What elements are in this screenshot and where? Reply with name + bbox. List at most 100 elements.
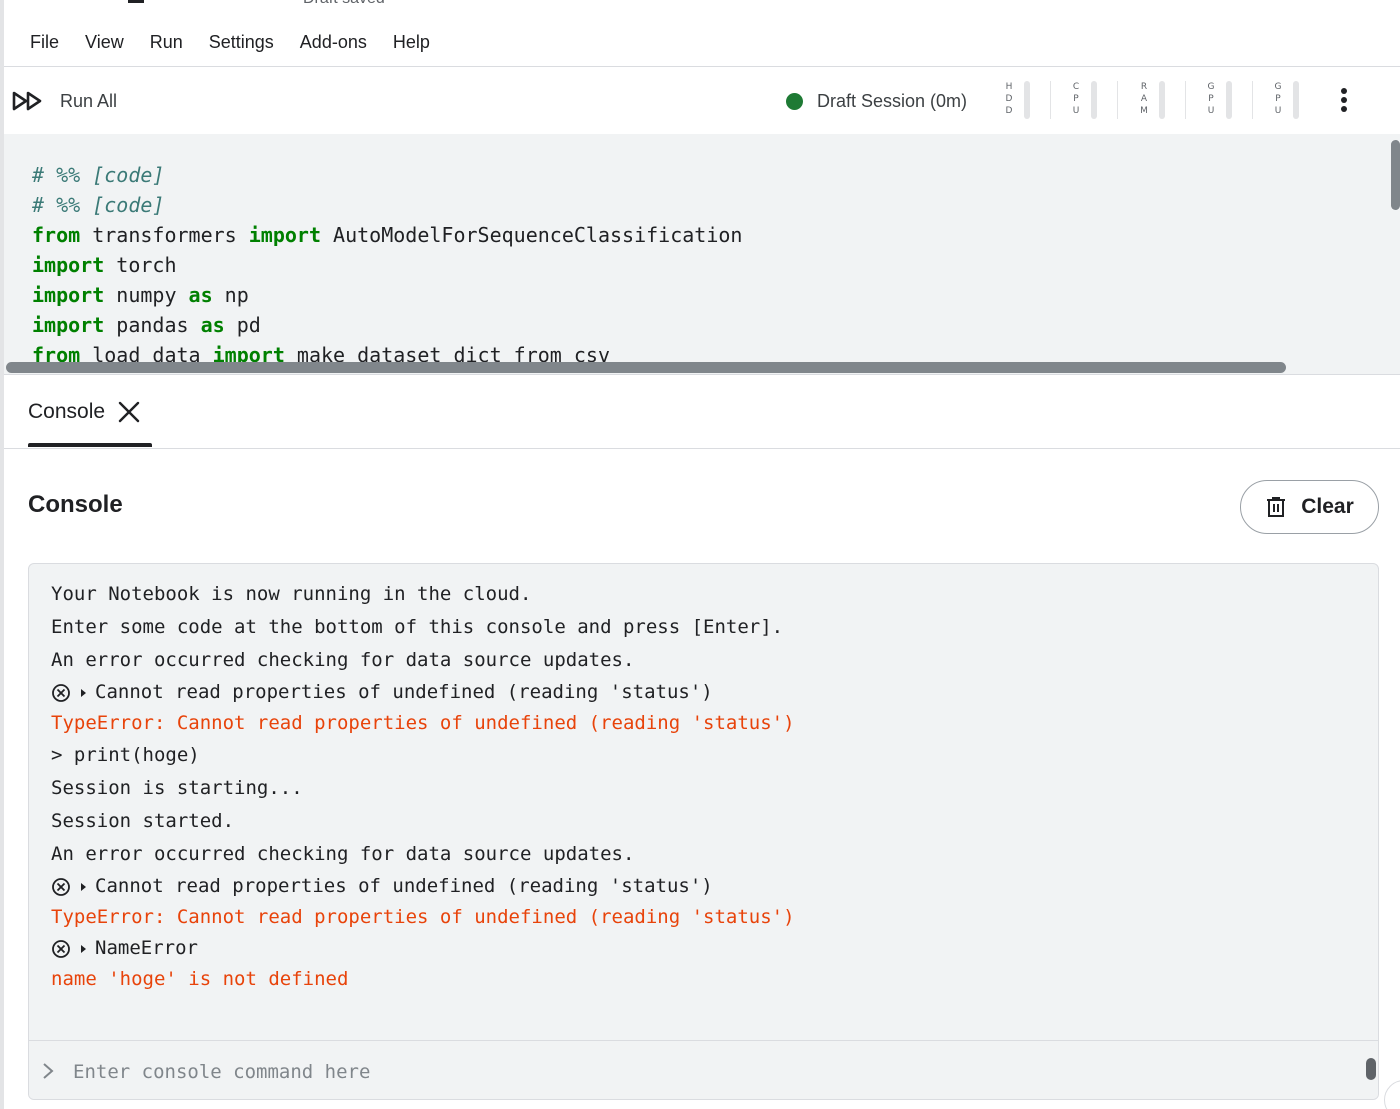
console-line-text: name 'hoge' is not defined — [51, 968, 349, 990]
session-label: Draft Session (0m) — [817, 90, 968, 111]
code-text: AutoModelForSequenceClassification — [321, 223, 743, 247]
console-input-scrollbar[interactable] — [1366, 1058, 1376, 1080]
session-status[interactable]: Draft Session (0m) — [786, 87, 967, 115]
error-circle-icon — [52, 939, 70, 958]
code-text: numpy — [104, 283, 189, 307]
floating-action-button[interactable] — [1384, 1080, 1400, 1109]
console-line-text: Cannot read properties of undefined (rea… — [95, 875, 713, 897]
code-text: np — [212, 283, 249, 307]
tab-console-label: Console — [28, 400, 106, 423]
code-keyword: import — [32, 313, 105, 337]
meter-ram-label: RAM — [1140, 82, 1148, 116]
run-all-icon — [12, 91, 42, 111]
code-line: import pandas as pd — [32, 310, 742, 340]
console-collapsible-error[interactable]: NameError — [51, 933, 1351, 964]
console-heading: Console — [28, 491, 123, 518]
console-collapsible-error[interactable]: Cannot read properties of undefined (rea… — [51, 677, 1351, 708]
code-text: torch — [104, 253, 177, 277]
code-keyword: import — [32, 253, 105, 277]
code-line: import numpy as np — [32, 280, 742, 310]
console-line-text: TypeError: Cannot read properties of und… — [51, 712, 795, 734]
meter-hdd-label: HDD — [1005, 82, 1013, 116]
meter-gpu-bar — [1226, 81, 1232, 119]
more-options-icon[interactable] — [1334, 85, 1354, 115]
menu-add-ons[interactable]: Add-ons — [300, 32, 367, 53]
console-line-text: Your Notebook is now running in the clou… — [51, 583, 532, 605]
code-horizontal-scrollbar[interactable] — [6, 362, 1286, 373]
toolbar: Run All Draft Session (0m) HDD CPU RAM G… — [4, 67, 1400, 134]
console-output: Your Notebook is now running in the clou… — [51, 578, 1351, 995]
code-lines: # %% [code] # %% [code] from transformers … — [32, 160, 742, 370]
code-keyword: import — [248, 223, 321, 247]
top-strip: Draft saved — [0, 0, 1400, 12]
menu-file[interactable]: File — [30, 32, 59, 53]
console-line-text: TypeError: Cannot read properties of und… — [51, 906, 795, 928]
error-circle-icon — [52, 683, 70, 702]
code-text: pandas — [104, 313, 201, 337]
console-line-text: Session started. — [51, 810, 235, 832]
console-error-line: TypeError: Cannot read properties of und… — [51, 708, 1351, 739]
console-line-text: An error occurred checking for data sour… — [51, 843, 635, 865]
close-icon[interactable] — [117, 400, 141, 424]
console-line: An error occurred checking for data sour… — [51, 838, 1351, 871]
clear-label: Clear — [1301, 495, 1354, 518]
menu-run[interactable]: Run — [150, 32, 183, 53]
code-comment: # %% [code] — [32, 193, 165, 217]
code-keyword: import — [32, 283, 105, 307]
menu-view[interactable]: View — [85, 32, 124, 53]
caret-right-icon[interactable] — [81, 882, 86, 891]
console-line: An error occurred checking for data sour… — [51, 644, 1351, 677]
console-line-text: Session is starting... — [51, 777, 303, 799]
meter-cpu-bar — [1091, 81, 1097, 119]
tab-active-indicator — [28, 443, 152, 447]
console-input[interactable] — [73, 1055, 1353, 1089]
meter-separator — [1252, 81, 1253, 119]
console-line: Your Notebook is now running in the clou… — [51, 578, 1351, 611]
meter-cpu-label: CPU — [1072, 82, 1080, 116]
menu-toggle-icon[interactable] — [128, 0, 144, 3]
code-comment: # %% [code] — [32, 163, 165, 187]
code-editor[interactable]: # %% [code] # %% [code] from transformers … — [4, 134, 1400, 374]
meter-separator — [1050, 81, 1051, 119]
menu-help[interactable]: Help — [393, 32, 430, 53]
meter-gpu-label: GPU — [1207, 82, 1215, 116]
code-divider — [4, 374, 1400, 375]
console-line-text: > print(hoge) — [51, 744, 200, 766]
console-line-text: NameError — [95, 937, 198, 959]
console-collapsible-error[interactable]: Cannot read properties of undefined (rea… — [51, 871, 1351, 902]
code-line: from transformers import AutoModelForSeq… — [32, 220, 742, 250]
run-all-button[interactable]: Run All — [12, 87, 117, 115]
code-line: # %% [code] — [32, 160, 742, 190]
code-line: # %% [code] — [32, 190, 742, 220]
code-text: transformers — [80, 223, 249, 247]
meter-separator — [1185, 81, 1186, 119]
console-line-text: Enter some code at the bottom of this co… — [51, 616, 784, 638]
console-line-text: An error occurred checking for data sour… — [51, 649, 635, 671]
meter-gpu-memory-bar — [1293, 81, 1299, 119]
run-all-label: Run All — [60, 90, 118, 111]
console-error-line: TypeError: Cannot read properties of und… — [51, 902, 1351, 933]
code-text: pd — [224, 313, 261, 337]
tab-divider — [4, 448, 1400, 449]
code-line: import torch — [32, 250, 742, 280]
code-keyword: from — [32, 223, 81, 247]
meter-separator — [1117, 81, 1118, 119]
clear-button[interactable]: Clear — [1240, 480, 1379, 534]
meter-hdd-bar — [1024, 81, 1030, 119]
caret-right-icon[interactable] — [81, 688, 86, 697]
code-vertical-scrollbar[interactable] — [1391, 140, 1400, 210]
console-line: > print(hoge) — [51, 739, 1351, 772]
console-line-text: Cannot read properties of undefined (rea… — [95, 681, 713, 703]
console-line: Enter some code at the bottom of this co… — [51, 611, 1351, 644]
menubar: File View Run Settings Add-ons Help — [4, 18, 430, 66]
console-line: Session started. — [51, 805, 1351, 838]
caret-right-icon[interactable] — [81, 944, 86, 953]
error-circle-icon — [52, 877, 70, 896]
menu-settings[interactable]: Settings — [209, 32, 274, 53]
code-keyword: as — [188, 283, 213, 307]
tab-console[interactable]: Console — [28, 390, 141, 434]
draft-status: Draft saved — [303, 0, 385, 8]
meter-gpu-memory-label: GPU — [1274, 82, 1282, 116]
console-output-panel: Your Notebook is now running in the clou… — [28, 563, 1379, 1100]
code-keyword: as — [200, 313, 225, 337]
